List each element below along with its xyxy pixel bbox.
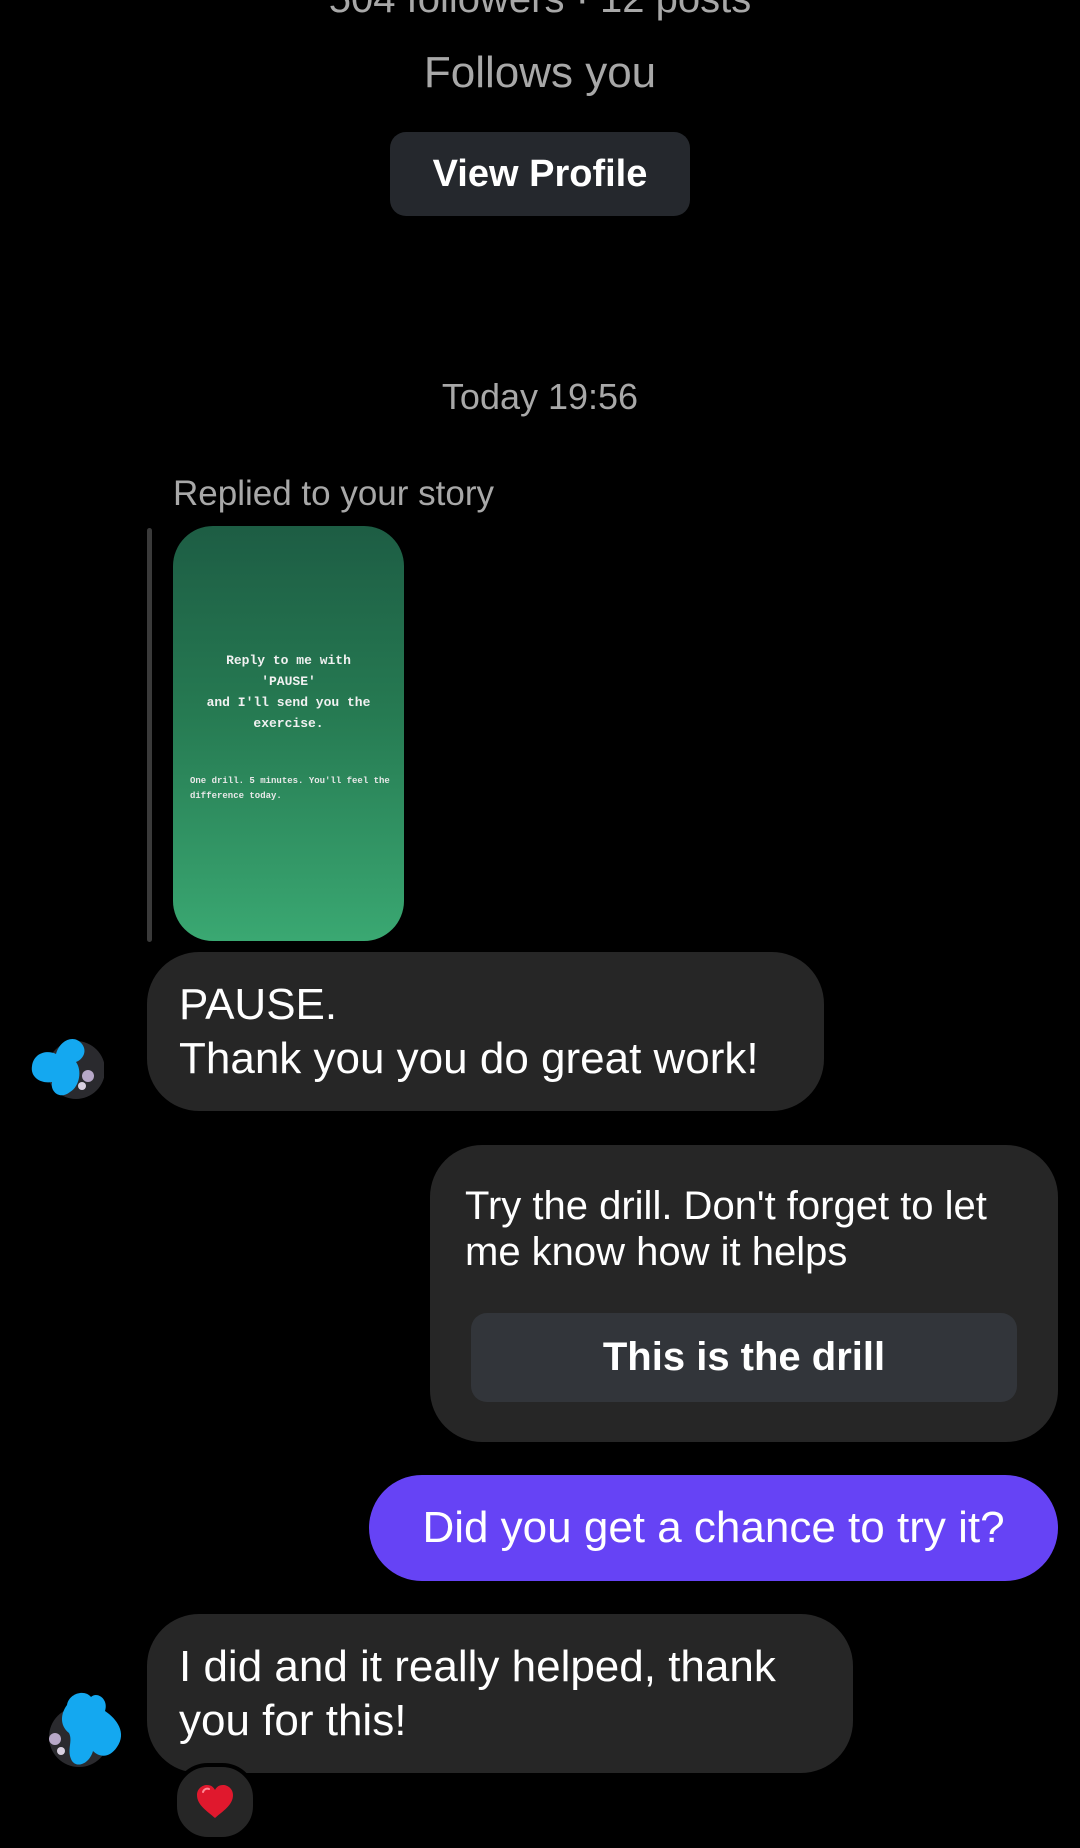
message-timestamp: Today 19:56 <box>441 376 639 417</box>
message-text-line: PAUSE. <box>179 980 338 1029</box>
reaction-badge[interactable] <box>173 1763 257 1841</box>
drill-link-button[interactable]: This is the drill <box>471 1313 1017 1402</box>
outgoing-message-card[interactable]: Try the drill. Don't forget to let me kn… <box>430 1145 1058 1442</box>
message-text-line: you for this! <box>179 1696 407 1745</box>
story-main-text: Reply to me with 'PAUSE' and I'll send y… <box>206 653 371 731</box>
message-text-line: I did and it really helped, thank <box>179 1642 776 1691</box>
story-sub-text: One drill. 5 minutes. You'll feel the di… <box>190 776 390 801</box>
outgoing-message-bubble[interactable]: Did you get a chance to try it? <box>369 1475 1058 1581</box>
incoming-message-bubble[interactable]: I did and it really helped, thank you fo… <box>147 1614 853 1773</box>
story-reply-label: Replied to your story <box>173 474 494 513</box>
heart-icon <box>197 1785 233 1818</box>
avatar-icon[interactable] <box>30 1030 105 1104</box>
reply-indicator-bar <box>147 528 152 942</box>
story-thumbnail[interactable]: Reply to me with 'PAUSE' and I'll send y… <box>173 526 404 941</box>
view-profile-button[interactable]: View Profile <box>390 132 690 216</box>
message-text: Try the drill. Don't forget to let me kn… <box>465 1184 987 1274</box>
follows-you-label: Follows you <box>423 48 657 97</box>
message-text-line: Thank you you do great work! <box>179 1034 759 1083</box>
avatar-icon[interactable] <box>45 1685 122 1767</box>
followers-posts-count: 504 followers · 12 posts <box>0 0 1080 24</box>
incoming-message-bubble[interactable]: PAUSE. Thank you you do great work! <box>147 952 824 1111</box>
